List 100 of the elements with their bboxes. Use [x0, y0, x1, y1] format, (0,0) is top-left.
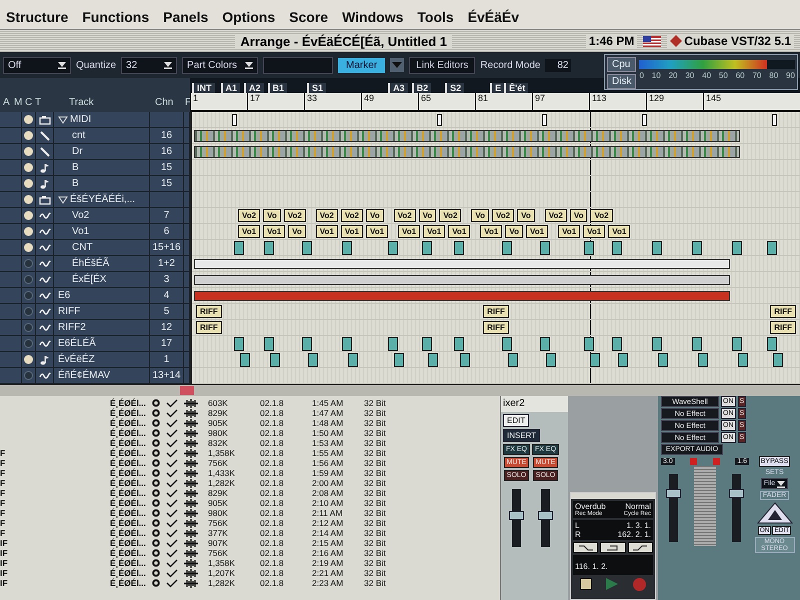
- cycle-marker[interactable]: E: [490, 83, 504, 93]
- audio-part[interactable]: Vo1: [448, 225, 470, 238]
- menu-item[interactable]: Panels: [163, 9, 208, 25]
- track-name[interactable]: ÉñÉ¢ÉMAV: [58, 370, 110, 381]
- audio-part[interactable]: Vo1: [316, 225, 338, 238]
- track-row[interactable]: E6ÉLÉÃ 17: [0, 336, 190, 352]
- track-row[interactable]: ÉšÉYÉÄÉÉi,...: [0, 192, 190, 208]
- file-name[interactable]: É¸ÉØÉl...: [110, 478, 152, 488]
- link-editors-button[interactable]: Link Editors: [409, 56, 476, 74]
- channel-number[interactable]: 15: [150, 160, 184, 175]
- track-row[interactable]: Vo1 6: [0, 224, 190, 240]
- file-name[interactable]: É¸ÉØÉl...: [110, 488, 152, 498]
- quantize-dropdown[interactable]: 32: [121, 56, 178, 74]
- track-name[interactable]: RIFF2: [58, 322, 86, 333]
- audio-part[interactable]: RIFF: [196, 305, 222, 318]
- audio-part[interactable]: Vo2: [590, 209, 613, 222]
- file-name[interactable]: É¸ÉØÉl...: [110, 518, 152, 528]
- audio-part[interactable]: Vo1: [263, 225, 286, 238]
- track-name[interactable]: ÉvÉëÉZ: [58, 354, 95, 365]
- audio-part[interactable]: Vo1: [238, 225, 260, 238]
- menu-item[interactable]: Options: [222, 9, 276, 25]
- file-name[interactable]: É¸ÉØÉl...: [110, 418, 152, 428]
- audio-part[interactable]: Vo1: [558, 225, 580, 238]
- file-name[interactable]: É¸ÉØÉl...: [110, 458, 152, 468]
- right-locator-value[interactable]: 162. 2. 1.: [618, 530, 651, 539]
- channel-number[interactable]: 4: [150, 288, 184, 303]
- audio-part[interactable]: Vo1: [366, 225, 388, 238]
- audio-part[interactable]: Vo: [288, 225, 306, 238]
- track-name[interactable]: Vo1: [72, 226, 90, 237]
- file-name[interactable]: É¸ÉØÉl...: [110, 428, 152, 438]
- track-name[interactable]: ÉšÉYÉÄÉÉi,...: [70, 194, 136, 205]
- audio-part[interactable]: Vo: [366, 209, 384, 222]
- audio-part[interactable]: Vo: [471, 209, 490, 222]
- file-name[interactable]: É¸ÉØÉl...: [110, 568, 152, 578]
- audio-part[interactable]: RIFF: [196, 321, 222, 334]
- track-row[interactable]: Vo2 7: [0, 208, 190, 224]
- file-name[interactable]: É¸ÉØÉl...: [110, 398, 152, 408]
- channel-number[interactable]: 16: [150, 128, 184, 143]
- snap-dropdown[interactable]: Off: [3, 56, 71, 74]
- track-name[interactable]: CNT: [72, 242, 93, 253]
- audio-part[interactable]: RIFF: [770, 321, 796, 334]
- channel-number[interactable]: 3: [150, 272, 184, 287]
- audio-part[interactable]: Vo: [505, 225, 523, 238]
- audio-part[interactable]: Vo: [418, 209, 436, 222]
- audio-part[interactable]: Vo1: [480, 225, 502, 238]
- audio-part[interactable]: Vo2: [340, 209, 363, 222]
- record-mode-value[interactable]: Overdub: [575, 502, 606, 511]
- track-row[interactable]: RIFF 5: [0, 304, 190, 320]
- audio-part[interactable]: Vo2: [544, 209, 567, 222]
- channel-number[interactable]: 15+16: [150, 240, 184, 255]
- song-position-display[interactable]: 116. 1. 2.: [575, 562, 608, 571]
- insert-button[interactable]: INSERT: [503, 429, 540, 442]
- file-name[interactable]: É¸ÉØÉl...: [110, 498, 152, 508]
- cycle-marker[interactable]: S2: [445, 83, 464, 93]
- track-name[interactable]: E6: [58, 290, 70, 301]
- cycle-record-value[interactable]: Normal: [625, 502, 651, 511]
- track-name[interactable]: ÉhÉšÉÃ: [72, 258, 110, 269]
- channel-number[interactable]: 13+14: [150, 368, 184, 383]
- track-row[interactable]: B 15: [0, 176, 190, 192]
- file-name[interactable]: É¸ÉØÉl...: [110, 508, 152, 518]
- menu-item[interactable]: Functions: [82, 9, 150, 25]
- track-name[interactable]: E6ÉLÉÃ: [58, 338, 96, 349]
- application-menu[interactable]: Cubase VST/32 5.1: [667, 34, 794, 48]
- track-row[interactable]: ÉvÉëÉZ 1: [0, 352, 190, 368]
- audio-part[interactable]: Vo2: [394, 209, 416, 222]
- file-name[interactable]: É¸ÉØÉl...: [110, 448, 152, 458]
- menu-item[interactable]: ÉvÉäÉv: [468, 9, 520, 25]
- menu-item[interactable]: Score: [289, 9, 328, 25]
- track-row[interactable]: Dr 16: [0, 144, 190, 160]
- audio-part[interactable]: Vo1: [608, 225, 630, 238]
- channel-number[interactable]: 1: [150, 352, 184, 367]
- marker-button[interactable]: Marker: [338, 58, 386, 72]
- audio-part[interactable]: Vo2: [284, 209, 306, 222]
- track-name[interactable]: Vo2: [72, 210, 90, 221]
- track-row[interactable]: E6 4: [0, 288, 190, 304]
- track-row[interactable]: ÉñÉ¢ÉMAV 13+14: [0, 368, 190, 384]
- channel-number[interactable]: 6: [150, 224, 184, 239]
- file-name[interactable]: É¸ÉØÉl...: [110, 558, 152, 568]
- menu-item[interactable]: Tools: [417, 9, 454, 25]
- track-row[interactable]: CNT 15+16: [0, 240, 190, 256]
- channel-number[interactable]: 15: [150, 176, 184, 191]
- track-name[interactable]: MIDI: [70, 114, 92, 125]
- track-row[interactable]: cnt 16: [0, 128, 190, 144]
- record-mode-value[interactable]: 82: [545, 58, 572, 72]
- file-name[interactable]: É¸ÉØÉl...: [110, 408, 152, 418]
- audio-part[interactable]: Vo: [263, 209, 281, 222]
- track-name[interactable]: B: [72, 178, 79, 189]
- track-row[interactable]: RIFF2 12: [0, 320, 190, 336]
- track-name[interactable]: cnt: [72, 130, 86, 141]
- audio-part[interactable]: RIFF: [770, 305, 796, 318]
- file-name[interactable]: É¸ÉØÉl...: [110, 548, 152, 558]
- file-name[interactable]: É¸ÉØÉl...: [110, 468, 152, 478]
- channel-number[interactable]: 16: [150, 144, 184, 159]
- audio-part[interactable]: RIFF: [483, 321, 509, 334]
- edit-button[interactable]: EDIT: [503, 414, 530, 427]
- track-row[interactable]: ÉxÉ[ÉX 3: [0, 272, 190, 288]
- cycle-marker[interactable]: A2: [244, 83, 264, 93]
- track-name[interactable]: ÉxÉ[ÉX: [72, 274, 106, 285]
- menu-item[interactable]: Structure: [6, 9, 68, 25]
- audio-part[interactable]: Vo1: [526, 225, 548, 238]
